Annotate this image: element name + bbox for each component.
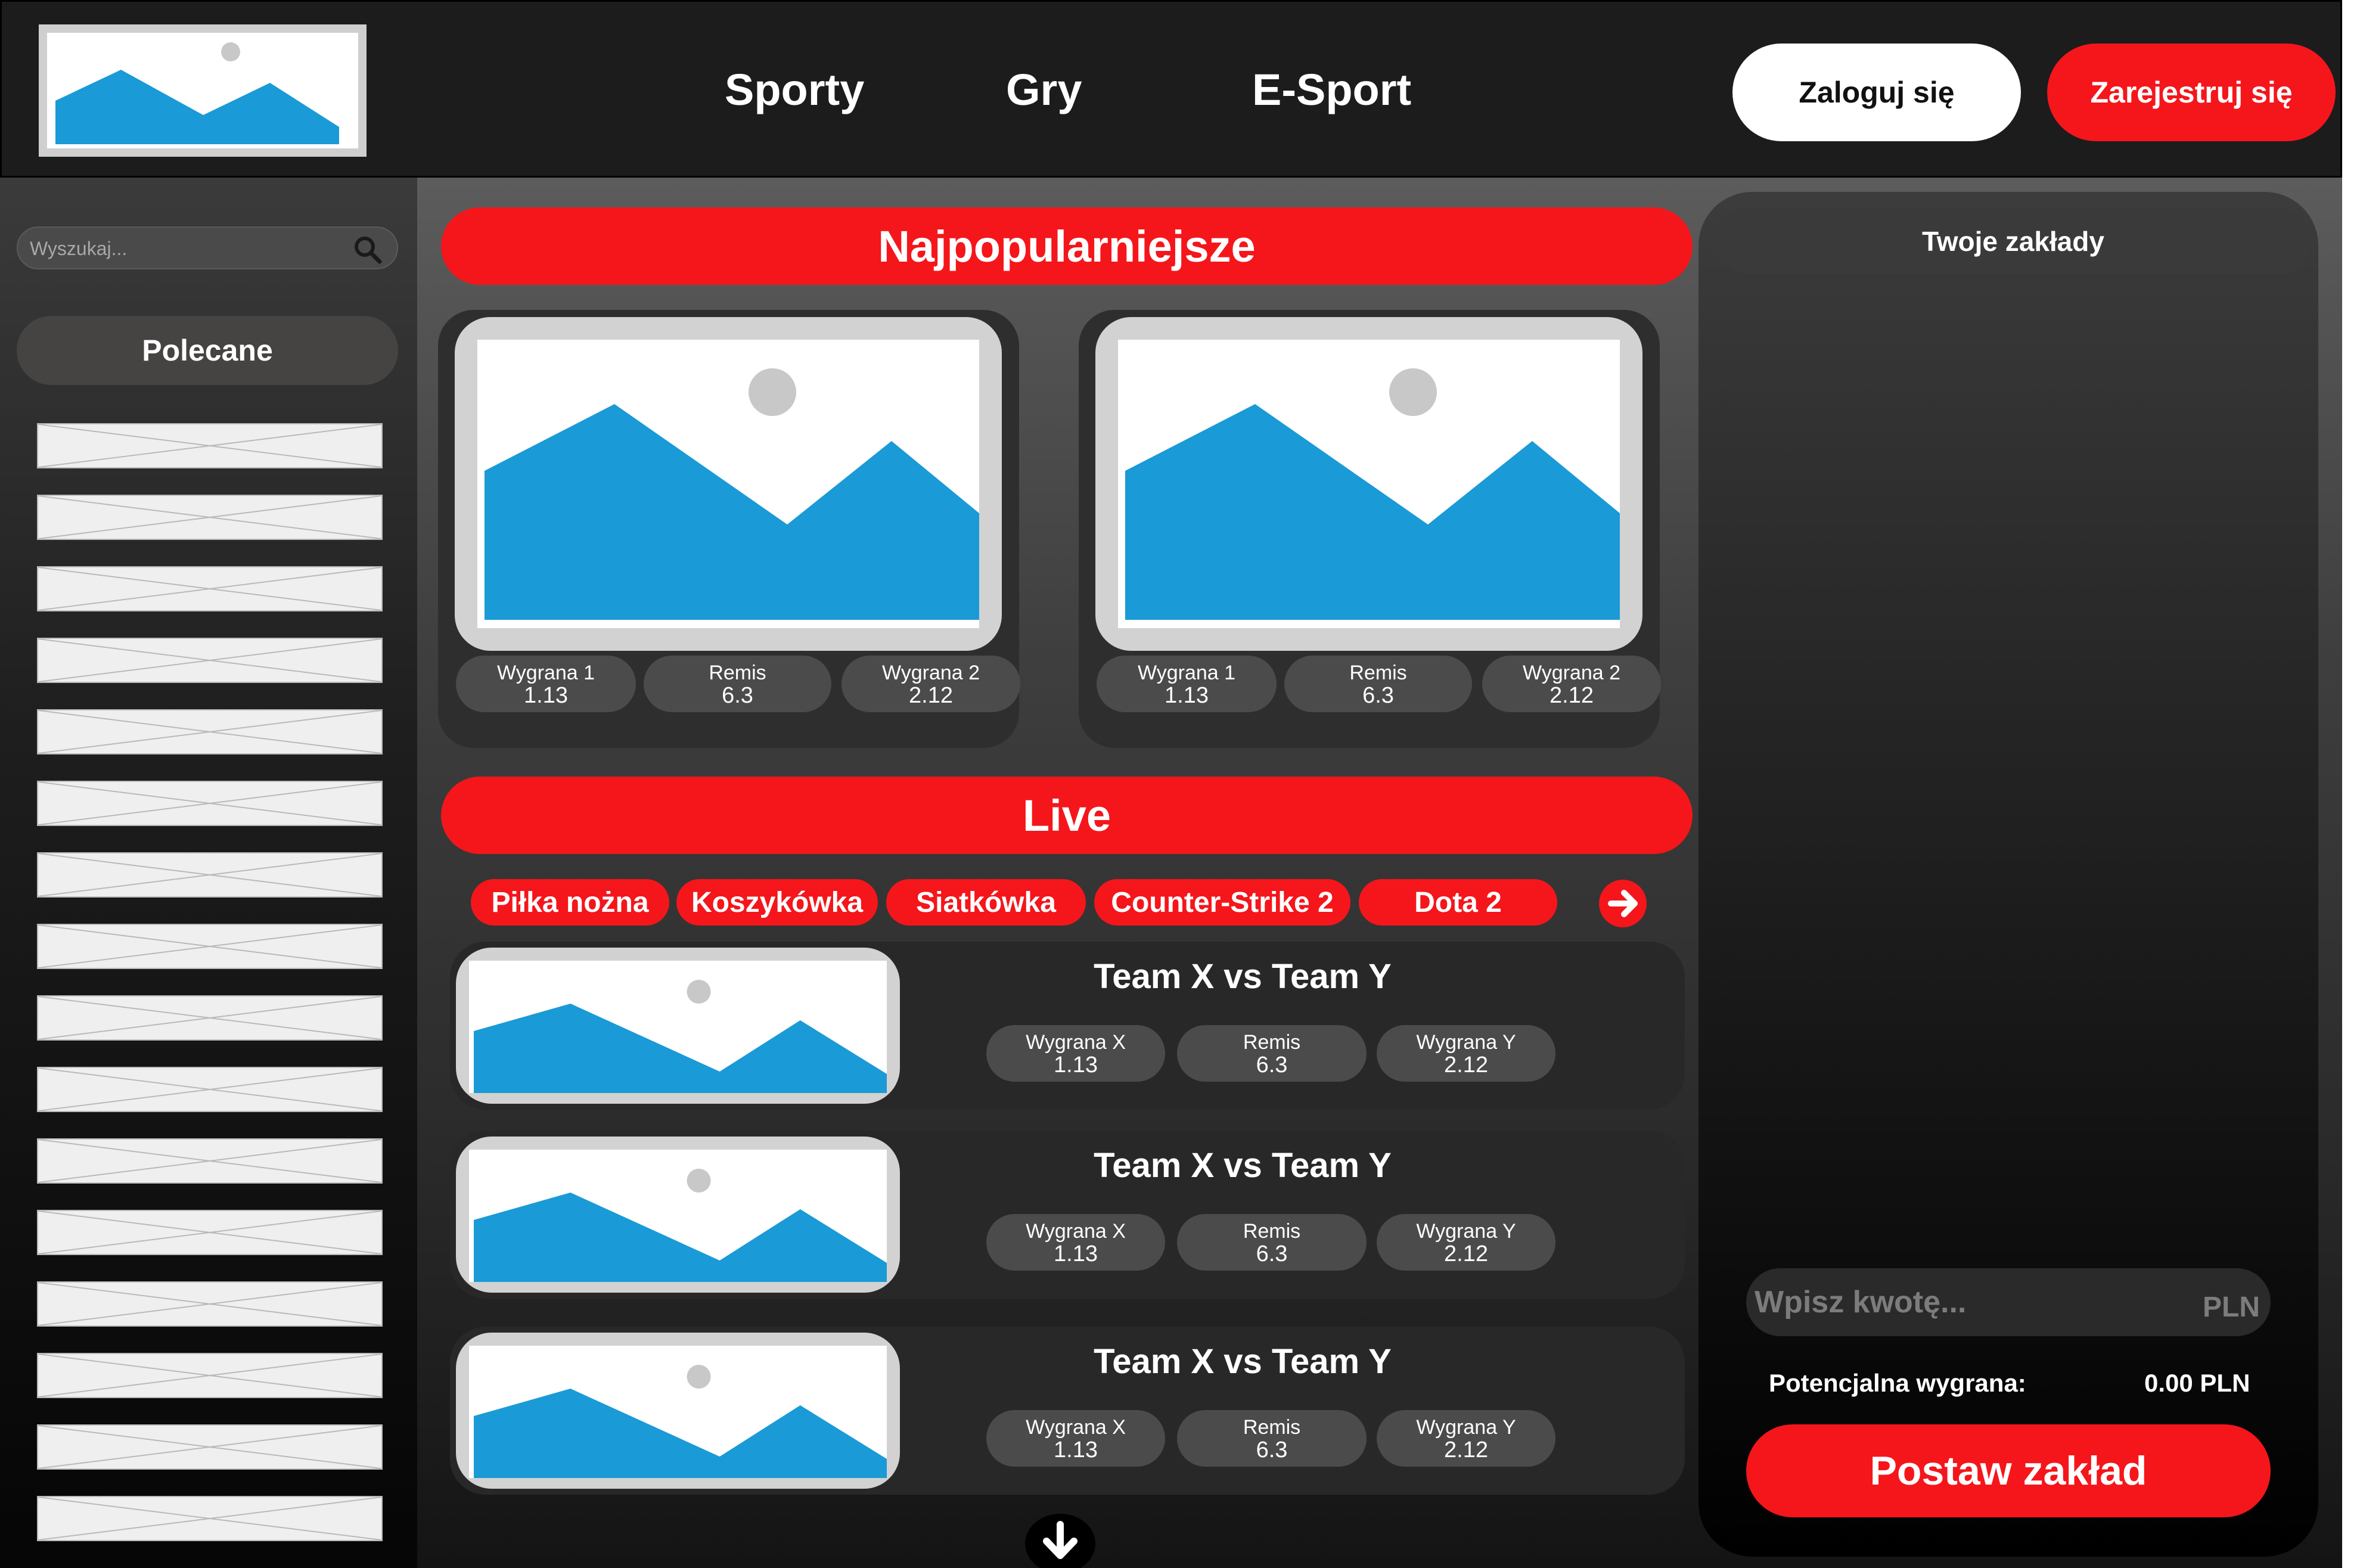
nav-esport[interactable]: E-Sport [1252,64,1411,115]
featured-item[interactable] [37,1496,383,1541]
match-title: Team X vs Team Y [1094,1146,1392,1185]
match-image [1095,317,1642,651]
match-title: Team X vs Team Y [1094,957,1392,996]
odds-button-draw[interactable]: Remis 6.3 [1177,1410,1367,1467]
tab-siatkowka[interactable]: Siatkówka [886,879,1086,926]
odds-button-away[interactable]: Wygrana 2 2.12 [842,656,1020,712]
odds-button-home[interactable]: Wygrana X 1.13 [986,1410,1165,1467]
image-placeholder-icon [474,980,887,1093]
live-match-row[interactable]: Team X vs Team Y Wygrana X 1.13 Remis 6.3 … [450,942,1685,1110]
featured-item[interactable] [37,1210,383,1255]
betslip-panel [1698,192,2318,1557]
featured-item[interactable] [37,852,383,898]
odds-button-draw[interactable]: Remis 6.3 [1177,1214,1367,1271]
odds-button-draw[interactable]: Remis 6.3 [1177,1025,1367,1082]
place-bet-button[interactable]: Postaw zakład [1746,1424,2271,1517]
image-placeholder-icon [1125,368,1620,620]
currency-label: PLN [2203,1291,2260,1323]
odds-button-home[interactable]: Wygrana 1 1.13 [1097,656,1277,712]
potential-win-label: Potencjalna wygrana: [1769,1369,2026,1397]
match-image [456,1333,900,1489]
tab-pilka-nozna[interactable]: Piłka nożna [471,879,669,926]
odds-button-away[interactable]: Wygrana Y 2.12 [1377,1410,1555,1467]
odds-button-away[interactable]: Wygrana Y 2.12 [1377,1214,1555,1271]
popular-card[interactable]: Wygrana 1 1.13 Remis 6.3 Wygrana 2 2.12 [438,310,1020,748]
image-placeholder-icon [474,1169,887,1282]
tab-koszykowka[interactable]: Koszykówka [676,879,878,926]
featured-item[interactable] [37,423,383,468]
search-icon[interactable] [353,235,383,265]
login-button[interactable]: Zaloguj się [1732,44,2021,141]
image-placeholder-icon [485,368,979,620]
image-placeholder-icon [47,33,358,148]
odds-button-home[interactable]: Wygrana 1 1.13 [456,656,636,712]
match-image [456,1137,900,1293]
odds-button-home[interactable]: Wygrana X 1.13 [986,1025,1165,1082]
popular-card[interactable]: Wygrana 1 1.13 Remis 6.3 Wygrana 2 2.12 [1079,310,1661,748]
featured-item[interactable] [37,566,383,611]
nav-sporty[interactable]: Sporty [725,64,864,115]
odds-button-draw[interactable]: Remis 6.3 [1284,656,1472,712]
odds-button-away[interactable]: Wygrana 2 2.12 [1482,656,1661,712]
amount-input[interactable] [1755,1281,2136,1323]
search-box [17,226,398,269]
odds-button-draw[interactable]: Remis 6.3 [644,656,831,712]
featured-item[interactable] [37,709,383,754]
live-match-row[interactable]: Team X vs Team Y Wygrana X 1.13 Remis 6.3 … [450,1327,1685,1495]
featured-item[interactable] [37,1353,383,1398]
nav-gry[interactable]: Gry [1006,64,1082,115]
match-title: Team X vs Team Y [1094,1342,1392,1381]
potential-win-value: 0.00 PLN [2144,1369,2250,1397]
featured-item[interactable] [37,1138,383,1184]
live-match-row[interactable]: Team X vs Team Y Wygrana X 1.13 Remis 6.3 … [450,1131,1685,1299]
odds-button-home[interactable]: Wygrana X 1.13 [986,1214,1165,1271]
match-image [455,317,1002,651]
featured-header[interactable]: Polecane [17,316,398,385]
image-placeholder-icon [474,1365,887,1478]
featured-item[interactable] [37,995,383,1041]
featured-item[interactable] [37,924,383,969]
featured-item[interactable] [37,1424,383,1470]
tab-dota-2[interactable]: Dota 2 [1359,879,1557,926]
search-input[interactable] [30,232,346,265]
arrow-right-icon[interactable] [1599,880,1647,927]
featured-item[interactable] [37,1067,383,1112]
top-navbar: Sporty Gry E-Sport Zaloguj się Zarejestr… [0,0,2342,178]
arrow-down-icon[interactable] [1025,1514,1095,1568]
register-button[interactable]: Zarejestruj się [2047,44,2336,141]
tab-counter-strike-2[interactable]: Counter-Strike 2 [1094,879,1350,926]
match-image [456,948,900,1104]
odds-button-away[interactable]: Wygrana Y 2.12 [1377,1025,1555,1082]
amount-field: PLN [1746,1268,2271,1336]
featured-list [37,423,383,1567]
live-header: Live [441,777,1693,854]
featured-item[interactable] [37,638,383,683]
betslip-title: Twoje zakłady [1715,209,2311,274]
featured-item[interactable] [37,781,383,826]
logo[interactable] [39,24,367,157]
featured-item[interactable] [37,495,383,540]
featured-item[interactable] [37,1281,383,1327]
popular-header: Najpopularniejsze [441,207,1693,285]
